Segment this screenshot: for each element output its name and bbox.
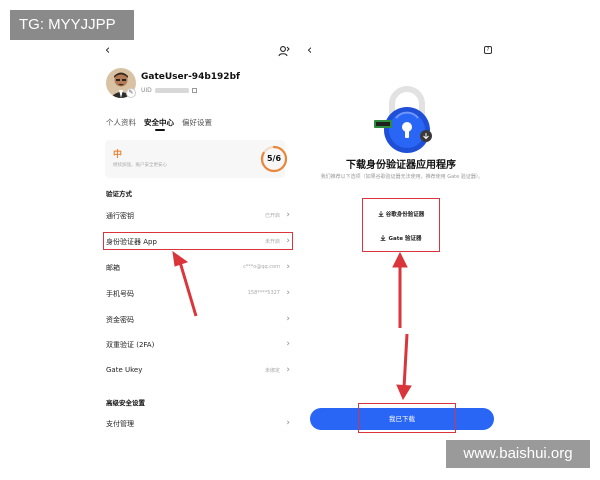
- back-icon[interactable]: ‹: [307, 44, 319, 57]
- tab-profile[interactable]: 个人资料: [106, 117, 136, 128]
- row-fund-password[interactable]: 资金密码 ›: [106, 312, 294, 328]
- row-email[interactable]: 邮箱 c***o@qq.com ›: [106, 260, 294, 276]
- download-description: 我们推荐以下选项（如果谷歌验证器无法使用，推荐使用 Gate 验证器）。: [320, 174, 484, 180]
- chevron-right-icon: ›: [286, 262, 290, 272]
- edit-avatar-icon[interactable]: ✎: [126, 88, 136, 98]
- chevron-right-icon: ›: [286, 339, 290, 349]
- settings-tabs: 个人资料 安全中心 偏好设置: [106, 117, 212, 131]
- chevron-right-icon: ›: [286, 288, 290, 298]
- row-gate-ukey[interactable]: Gate Ukey 未绑定 ›: [106, 363, 294, 379]
- row-passkey[interactable]: 通行密钥 已开启 ›: [106, 208, 294, 224]
- security-level-description: 继续加强，账户安全更安心: [113, 163, 167, 168]
- download-title: 下载身份验证器应用程序: [346, 160, 456, 171]
- security-score: 5/6: [266, 154, 282, 163]
- chevron-right-icon: ›: [286, 210, 290, 220]
- row-label: 通行密钥: [106, 212, 134, 220]
- row-label: 支付管理: [106, 420, 134, 428]
- username: GateUser-94b192bf: [141, 72, 240, 82]
- uid-label: UID: [141, 87, 152, 94]
- profile-header: ✎ GateUser-94b192bf UID: [106, 68, 296, 104]
- row-label: 双重验证 (2FA): [106, 341, 155, 349]
- back-icon[interactable]: ‹: [105, 44, 117, 57]
- row-status: c***o@qq.com: [243, 264, 280, 270]
- top-bar: ‹ ?: [302, 42, 500, 62]
- uid-row: UID: [141, 87, 197, 94]
- chevron-right-icon: ›: [286, 418, 290, 428]
- download-buttons-highlight: [362, 198, 440, 252]
- row-2fa[interactable]: 双重验证 (2FA) ›: [106, 337, 294, 353]
- account-switch-icon[interactable]: [278, 45, 290, 57]
- row-payment-management[interactable]: 支付管理 ›: [106, 416, 294, 432]
- chevron-right-icon: ›: [286, 314, 290, 324]
- authenticator-row-highlight: [103, 232, 293, 250]
- row-label: 邮箱: [106, 264, 120, 272]
- security-level-label: 中: [113, 150, 123, 160]
- security-level-card: 中 继续加强，账户安全更安心 5/6: [105, 140, 288, 178]
- annotation-arrows: [172, 250, 412, 401]
- help-icon[interactable]: ?: [484, 46, 492, 54]
- tg-watermark: TG: MYYJJPP: [10, 10, 134, 40]
- row-label: 手机号码: [106, 290, 134, 298]
- downloaded-button-highlight: [358, 403, 456, 433]
- padlock-illustration: [374, 86, 432, 153]
- tab-security[interactable]: 安全中心: [144, 117, 174, 131]
- copy-icon[interactable]: [191, 88, 197, 93]
- top-bar: ‹: [100, 42, 298, 62]
- tab-preferences[interactable]: 偏好设置: [182, 117, 212, 128]
- row-phone[interactable]: 手机号码 158****5327 ›: [106, 286, 294, 302]
- site-watermark: www.baishui.org: [446, 440, 590, 468]
- uid-value-blurred: [154, 88, 189, 93]
- chevron-right-icon: ›: [286, 365, 290, 375]
- row-label: 资金密码: [106, 316, 134, 324]
- advanced-section-title: 高级安全设置: [106, 399, 145, 407]
- row-status: 已开启: [264, 213, 280, 219]
- row-status: 158****5327: [247, 290, 280, 296]
- row-label: Gate Ukey: [106, 366, 143, 374]
- verification-section-title: 验证方式: [106, 190, 132, 198]
- row-status: 未绑定: [264, 368, 280, 374]
